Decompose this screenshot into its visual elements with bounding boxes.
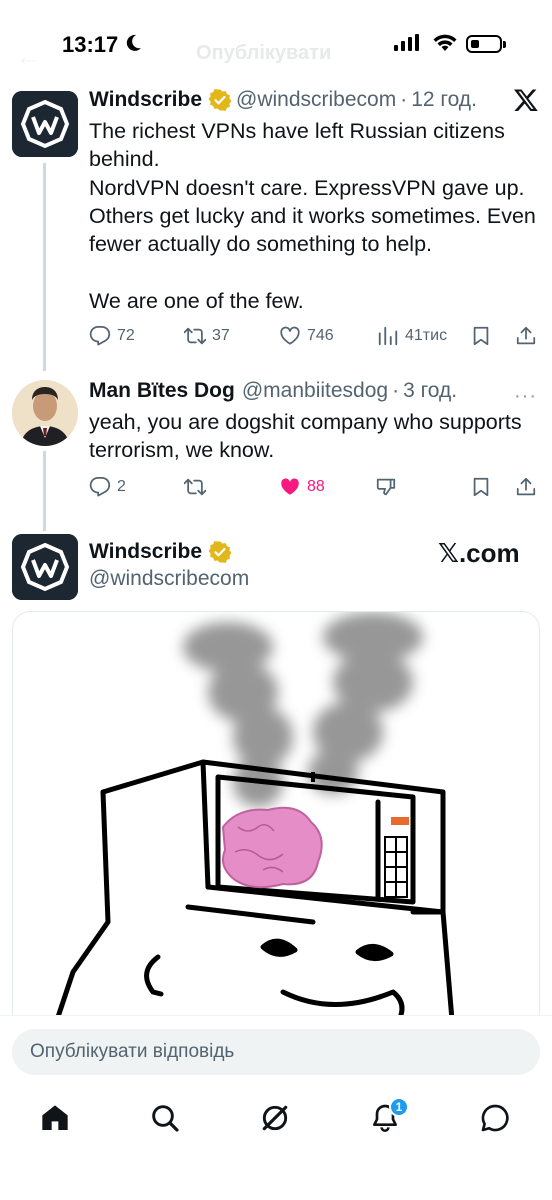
like-count: 746 — [307, 327, 334, 344]
share-icon — [516, 326, 536, 345]
reply-icon — [89, 476, 111, 497]
share-icon — [516, 477, 536, 496]
like-button[interactable]: 88 — [279, 472, 325, 502]
x-com-label: 𝕏.com — [438, 538, 520, 568]
author-name[interactable]: Man Bïtes Dog — [89, 379, 235, 403]
battery-icon — [466, 35, 506, 53]
tweet-text: yeah, you are dogshit company who suppor… — [89, 408, 539, 465]
wifi-icon — [433, 34, 457, 51]
retweet-icon — [184, 478, 206, 496]
bookmark-button[interactable] — [470, 472, 492, 502]
tweet-body: yeah, you are dogshit company who suppor… — [89, 410, 528, 463]
separator-dot: · — [392, 379, 400, 402]
x-brand-icon[interactable] — [513, 87, 539, 113]
dislike-button[interactable] — [375, 472, 397, 502]
share-button[interactable] — [515, 321, 537, 351]
more-options-icon[interactable]: ··· — [514, 385, 537, 408]
burning-microwave-drawing — [51, 612, 456, 1030]
share-button[interactable] — [515, 472, 537, 502]
man-bites-dog-avatar[interactable] — [12, 380, 78, 446]
grok-icon — [262, 1105, 288, 1131]
tweet-header: Windscribe @windscribecom · 12 год. — [89, 88, 477, 112]
tweet-timestamp[interactable]: 12 год. — [411, 88, 477, 112]
heart-filled-icon — [281, 478, 299, 495]
tab-grok[interactable] — [247, 1090, 303, 1146]
author-handle[interactable]: @windscribecom — [89, 567, 249, 591]
retweet-count: 37 — [212, 327, 230, 344]
tweet-header: Man Bïtes Dog @manbiitesdog · 3 год. — [89, 379, 457, 403]
back-arrow-icon: ← — [16, 44, 40, 71]
reply-count: 72 — [117, 327, 135, 344]
thumbs-down-icon — [376, 478, 396, 496]
reply-button[interactable]: 2 — [89, 472, 126, 502]
windscribe-avatar[interactable] — [12, 91, 78, 157]
home-icon — [42, 1105, 68, 1130]
bookmark-button[interactable] — [470, 321, 492, 351]
moon-icon — [126, 34, 141, 51]
bookmark-icon — [473, 477, 489, 497]
tab-search[interactable] — [137, 1090, 193, 1146]
ghost-header-title: Опублікувати — [196, 42, 332, 64]
like-count: 88 — [307, 478, 325, 495]
tweet-header: Windscribe — [89, 540, 236, 564]
bookmark-icon — [473, 326, 489, 346]
search-icon — [152, 1105, 179, 1132]
views-button[interactable]: 41тис — [377, 321, 447, 351]
verified-badge-icon — [208, 89, 232, 111]
thread-connector — [43, 163, 46, 371]
tweet-body: The richest VPNs have left Russian citiz… — [89, 119, 536, 313]
separator-dot: · — [400, 88, 408, 111]
notifications-badge: 1 — [389, 1097, 409, 1117]
status-bar: ← 13:17 Опублікувати — [0, 0, 552, 90]
reply-input[interactable] — [12, 1029, 540, 1075]
heart-icon — [280, 326, 300, 345]
tweet-text: The richest VPNs have left Russian citiz… — [89, 117, 539, 315]
views-chart-icon — [378, 326, 398, 346]
tweet-timestamp[interactable]: 3 год. — [403, 379, 457, 403]
tab-home[interactable] — [27, 1090, 83, 1146]
tweet-actions: 2 88 — [89, 472, 539, 502]
bottom-tab-bar: 1 — [0, 1090, 552, 1146]
retweet-icon — [184, 327, 206, 345]
author-handle[interactable]: @manbiitesdog — [242, 379, 388, 403]
reply-count: 2 — [117, 478, 126, 495]
reply-icon — [89, 325, 111, 346]
tweet-actions: 72 37 746 41тис — [89, 321, 539, 351]
signal-icon — [394, 34, 419, 51]
author-handle[interactable]: @windscribecom — [236, 88, 396, 112]
author-name[interactable]: Windscribe — [89, 540, 202, 564]
views-count: 41тис — [405, 327, 448, 344]
tab-messages[interactable] — [467, 1090, 523, 1146]
windscribe-logo-icon — [12, 91, 78, 157]
windscribe-avatar[interactable] — [12, 534, 78, 600]
windscribe-logo-icon — [12, 534, 78, 600]
like-button[interactable]: 746 — [279, 321, 334, 351]
status-time: 13:17 — [62, 32, 119, 57]
retweet-button[interactable] — [184, 472, 206, 502]
verified-badge-icon — [208, 541, 232, 563]
profile-photo — [12, 380, 78, 446]
retweet-button[interactable]: 37 — [184, 321, 230, 351]
media-image-card[interactable] — [12, 611, 540, 1031]
tab-notifications[interactable]: 1 — [357, 1090, 413, 1146]
thread-connector — [43, 451, 46, 531]
chat-bubble-icon — [481, 1104, 509, 1132]
reply-button[interactable]: 72 — [89, 321, 135, 351]
author-name[interactable]: Windscribe — [89, 88, 202, 112]
